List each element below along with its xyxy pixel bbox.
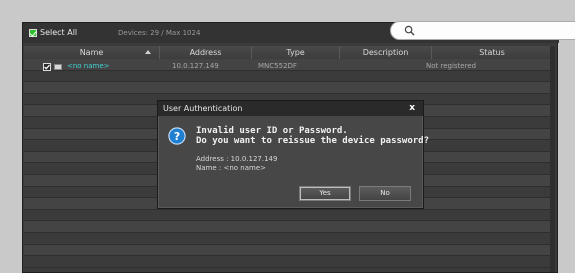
table-row[interactable]: [24, 256, 552, 268]
device-count: Devices: 29 / Max 1024: [118, 29, 201, 37]
column-header-address[interactable]: Address: [160, 46, 252, 59]
yes-button[interactable]: Yes: [299, 186, 351, 201]
table-row[interactable]: [24, 209, 552, 222]
search-icon[interactable]: [404, 25, 415, 36]
device-icon: [54, 64, 62, 70]
vertical-scrollbar[interactable]: [550, 46, 555, 272]
table-row[interactable]: [24, 82, 552, 94]
device-info: Address : 10.0.127.149 Name : <no name>: [196, 155, 277, 173]
dialog-title-bar: User Authentication x: [158, 101, 423, 116]
column-header-type[interactable]: Type: [252, 46, 340, 59]
device-name-info: Name : <no name>: [196, 164, 266, 172]
dialog-title: User Authentication: [163, 104, 243, 113]
no-button[interactable]: No: [359, 186, 411, 201]
column-header-status[interactable]: Status: [432, 46, 552, 59]
checkbox-icon[interactable]: [29, 28, 37, 37]
table-row[interactable]: [24, 70, 552, 83]
authentication-dialog: User Authentication x ? Invalid user ID …: [157, 100, 429, 209]
table-header: Name Address Type Description Status: [24, 46, 552, 59]
device-type: MNC552DF: [258, 62, 297, 70]
row-checkbox-icon[interactable]: [43, 63, 51, 71]
table-row[interactable]: [24, 221, 552, 233]
device-address-info: Address : 10.0.127.149: [196, 155, 278, 163]
select-all-label: Select All: [40, 28, 78, 37]
close-icon[interactable]: x: [409, 101, 415, 116]
search-input[interactable]: [390, 21, 575, 40]
table-row[interactable]: [24, 232, 552, 245]
select-all-checkbox[interactable]: Select All: [29, 28, 77, 37]
sort-ascending-icon: [145, 50, 151, 54]
column-header-name[interactable]: Name: [24, 46, 160, 59]
app-frame: Select All Devices: 29 / Max 1024 Name A…: [0, 0, 575, 273]
device-address: 10.0.127.149: [172, 62, 219, 70]
dialog-message: Invalid user ID or Password. Do you want…: [196, 126, 429, 146]
table-row[interactable]: [24, 244, 552, 257]
svg-text:?: ?: [174, 130, 180, 143]
toolbar: Select All Devices: 29 / Max 1024: [23, 21, 575, 43]
device-status: Not registered: [426, 62, 477, 70]
device-row[interactable]: <no name> 10.0.127.149 MNC552DF Not regi…: [24, 60, 552, 72]
question-icon: ?: [168, 127, 186, 145]
column-header-description[interactable]: Description: [340, 46, 432, 59]
device-name: <no name>: [67, 62, 110, 70]
